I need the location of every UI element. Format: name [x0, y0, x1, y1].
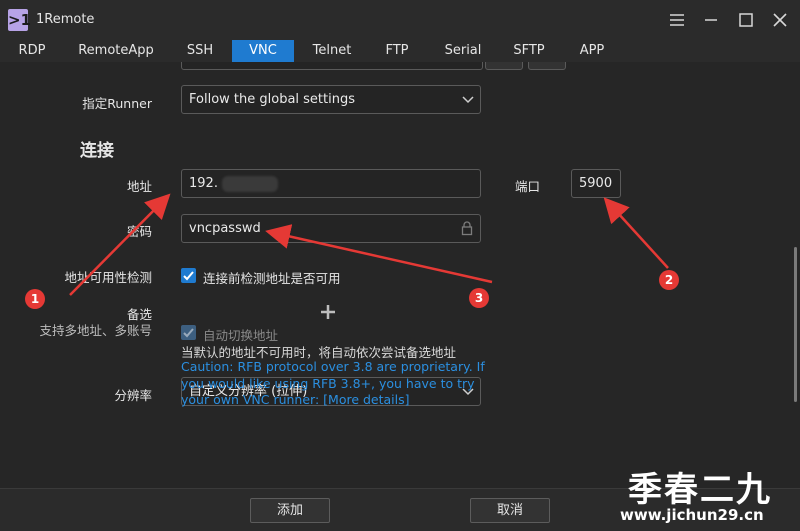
resolution-label: 分辨率: [114, 388, 152, 403]
port-label: 端口: [514, 179, 540, 194]
annotation-badge-2: 2: [659, 270, 679, 290]
annotation-badge-1: 1: [25, 289, 45, 309]
password-input[interactable]: vncpasswd: [181, 214, 481, 243]
maximize-button[interactable]: [735, 9, 757, 31]
tab-remoteapp[interactable]: RemoteApp: [70, 40, 162, 62]
tab-app[interactable]: APP: [568, 40, 616, 62]
checkmark-icon: [183, 271, 194, 281]
address-input[interactable]: 192.: [181, 169, 481, 198]
scrolled-field[interactable]: [181, 62, 483, 70]
protocol-tabs: RDP RemoteApp SSH VNC Telnet FTP Serial …: [0, 40, 800, 62]
cancel-button[interactable]: 取消: [470, 498, 550, 523]
title-bar: >1 1Remote: [0, 0, 800, 40]
plus-icon[interactable]: [320, 304, 336, 320]
availability-check-label: 地址可用性检测: [64, 270, 152, 285]
runner-select-value: Follow the global settings: [189, 92, 355, 107]
caution-note[interactable]: Caution: RFB protocol over 3.8 are propr…: [181, 359, 491, 409]
tab-ssh[interactable]: SSH: [176, 40, 224, 62]
scrollbar[interactable]: [792, 62, 800, 488]
scroll-thumb[interactable]: [794, 247, 797, 402]
tab-sftp[interactable]: SFTP: [502, 40, 556, 62]
checkmark-icon: [183, 328, 194, 338]
app-title: 1Remote: [36, 12, 95, 27]
tab-vnc[interactable]: VNC: [232, 40, 294, 62]
address-label: 地址: [126, 179, 152, 194]
watermark-title: 季春二九: [628, 470, 772, 510]
scrolled-button[interactable]: [485, 62, 523, 70]
password-value: vncpasswd: [189, 221, 261, 236]
watermark-url: www.jichun29.cn: [620, 506, 764, 524]
chevron-down-icon: [462, 96, 474, 104]
pin-icon[interactable]: [666, 9, 688, 31]
runner-label: 指定Runner: [82, 96, 152, 111]
runner-select[interactable]: Follow the global settings: [181, 85, 481, 114]
availability-checkbox[interactable]: [181, 268, 196, 283]
app-logo: >1: [8, 9, 32, 31]
availability-check-text[interactable]: 连接前检测地址是否可用: [203, 268, 341, 287]
address-redaction: [222, 176, 278, 192]
scrolled-button[interactable]: [528, 62, 566, 70]
tab-ftp[interactable]: FTP: [372, 40, 422, 62]
auto-switch-checkbox[interactable]: [181, 325, 196, 340]
close-button[interactable]: [769, 9, 791, 31]
watermark: 季春二九 www.jichun29.cn: [620, 462, 790, 524]
tab-rdp[interactable]: RDP: [8, 40, 56, 62]
annotation-badge-3: 3: [469, 288, 489, 308]
add-button[interactable]: 添加: [250, 498, 330, 523]
connection-heading: 连接: [80, 141, 114, 161]
tab-serial[interactable]: Serial: [434, 40, 492, 62]
password-label: 密码: [126, 224, 152, 239]
lock-icon[interactable]: [461, 221, 473, 236]
port-input[interactable]: 5900: [571, 169, 621, 198]
tab-telnet[interactable]: Telnet: [302, 40, 362, 62]
address-value: 192.: [189, 176, 218, 191]
backup-sublabel: 支持多地址、多账号: [39, 323, 152, 338]
minimize-button[interactable]: [700, 9, 722, 31]
